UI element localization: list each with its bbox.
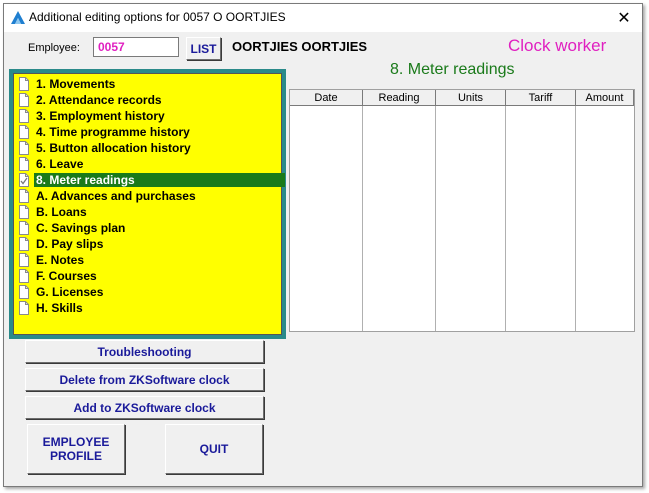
- tree-item-label: 8. Meter readings: [34, 173, 285, 187]
- tree-item[interactable]: C. Savings plan: [18, 220, 127, 236]
- tree-item-label: D. Pay slips: [36, 237, 104, 251]
- document-icon: [19, 301, 29, 315]
- grid-header: Date Reading Units Tariff Amount: [290, 90, 634, 106]
- column-header[interactable]: Tariff: [506, 90, 576, 106]
- dialog-window: Additional editing options for 0057 O OO…: [3, 3, 643, 487]
- tree-item-label: C. Savings plan: [36, 221, 126, 235]
- tree-item[interactable]: G. Licenses: [18, 284, 105, 300]
- column-divider: [575, 106, 576, 331]
- close-button[interactable]: ✕: [610, 6, 638, 30]
- column-header[interactable]: Date: [290, 90, 363, 106]
- employee-input[interactable]: [93, 37, 179, 57]
- document-icon: [19, 109, 29, 123]
- document-checked-icon: [19, 173, 29, 187]
- document-icon: [19, 157, 29, 171]
- column-header[interactable]: Reading: [363, 90, 436, 106]
- close-icon: ✕: [617, 10, 631, 27]
- tree-item-label: E. Notes: [36, 253, 85, 267]
- tree-item-label: F. Courses: [36, 269, 97, 283]
- document-icon: [19, 189, 29, 203]
- document-icon: [19, 253, 29, 267]
- tree-item[interactable]: 8. Meter readings: [18, 172, 285, 188]
- column-divider: [362, 106, 363, 331]
- tree-item-label: 4. Time programme history: [36, 125, 190, 139]
- column-divider: [435, 106, 436, 331]
- document-icon: [19, 141, 29, 155]
- employee-label: Employee:: [28, 42, 80, 54]
- document-icon: [19, 237, 29, 251]
- tree-item-label: 1. Movements: [36, 77, 116, 91]
- meter-readings-grid[interactable]: Date Reading Units Tariff Amount: [289, 89, 635, 332]
- tree-item[interactable]: A. Advances and purchases: [18, 188, 198, 204]
- section-title: 8. Meter readings: [390, 61, 515, 78]
- document-icon: [19, 125, 29, 139]
- tree-item[interactable]: 5. Button allocation history: [18, 140, 193, 156]
- troubleshooting-button[interactable]: Troubleshooting: [25, 340, 264, 363]
- delete-from-clock-button[interactable]: Delete from ZKSoftware clock: [25, 368, 264, 391]
- tree-item-label: 5. Button allocation history: [36, 141, 191, 155]
- document-icon: [19, 77, 29, 91]
- column-header[interactable]: Amount: [576, 90, 634, 106]
- options-tree-frame: 1. Movements 2. Attendance records 3. Empl…: [9, 69, 286, 339]
- title-bar: Additional editing options for 0057 O OO…: [4, 4, 642, 32]
- options-tree[interactable]: 1. Movements 2. Attendance records 3. Empl…: [13, 73, 285, 335]
- tree-item-label: G. Licenses: [36, 285, 104, 299]
- tree-item-label: 2. Attendance records: [36, 93, 162, 107]
- tree-item[interactable]: 3. Employment history: [18, 108, 167, 124]
- tree-item[interactable]: 1. Movements: [18, 76, 117, 92]
- tree-item-label: A. Advances and purchases: [36, 189, 196, 203]
- column-header[interactable]: Units: [436, 90, 506, 106]
- employee-name: OORTJIES OORTJIES: [232, 39, 368, 54]
- tree-item-label: 3. Employment history: [36, 109, 165, 123]
- tree-item-label: H. Skills: [36, 301, 83, 315]
- list-button[interactable]: LIST: [186, 37, 221, 60]
- tree-item[interactable]: D. Pay slips: [18, 236, 105, 252]
- tree-item[interactable]: B. Loans: [18, 204, 89, 220]
- tree-item[interactable]: 6. Leave: [18, 156, 85, 172]
- tree-item[interactable]: 4. Time programme history: [18, 124, 192, 140]
- tree-item[interactable]: E. Notes: [18, 252, 86, 268]
- app-logo-icon: [11, 11, 25, 24]
- document-icon: [19, 205, 29, 219]
- employee-status: Clock worker: [508, 36, 607, 55]
- tree-item-label: B. Loans: [36, 205, 87, 219]
- employee-profile-button[interactable]: EMPLOYEE PROFILE: [27, 424, 125, 474]
- tree-item-label: 6. Leave: [36, 157, 84, 171]
- tree-item[interactable]: 2. Attendance records: [18, 92, 164, 108]
- document-icon: [19, 221, 29, 235]
- quit-button[interactable]: QUIT: [165, 424, 263, 474]
- document-icon: [19, 285, 29, 299]
- window-title: Additional editing options for 0057 O OO…: [29, 10, 286, 24]
- add-to-clock-button[interactable]: Add to ZKSoftware clock: [25, 396, 264, 419]
- document-icon: [19, 269, 29, 283]
- tree-item[interactable]: F. Courses: [18, 268, 99, 284]
- document-icon: [19, 93, 29, 107]
- column-divider: [505, 106, 506, 331]
- tree-item[interactable]: H. Skills: [18, 300, 85, 316]
